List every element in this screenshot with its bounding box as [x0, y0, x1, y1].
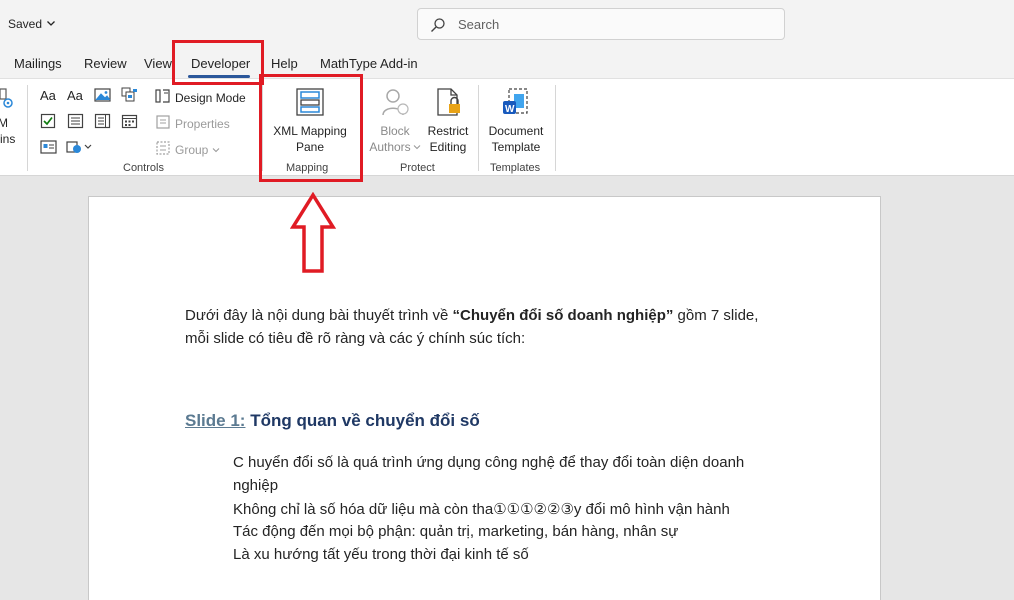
- group-label: Group: [175, 142, 209, 157]
- design-mode-button[interactable]: Design Mode: [155, 88, 246, 107]
- search-box[interactable]: Search: [417, 8, 785, 40]
- list-item: nghiệp: [233, 477, 279, 494]
- picture-content-control-icon[interactable]: [94, 87, 111, 106]
- intro-text-post: gồm 7 slide,: [673, 307, 759, 324]
- list-item: Không chỉ là số hóa dữ liệu mà còn tha①①…: [233, 501, 730, 518]
- intro-text-pre: Dưới đây là nội dung bài thuyết trình về: [185, 307, 453, 324]
- tab-help[interactable]: Help: [271, 56, 298, 71]
- word-document-template-icon: W: [501, 87, 531, 121]
- building-block-gallery-icon[interactable]: [121, 87, 138, 106]
- svg-text:Aa: Aa: [40, 88, 57, 103]
- restrict-editing-label-2: Editing: [429, 140, 467, 154]
- xml-mapping-pane-button[interactable]: XML Mapping Pane: [268, 87, 352, 155]
- document-page[interactable]: Dưới đây là nội dung bài thuyết trình về…: [88, 196, 881, 600]
- tab-mathtype-add-in[interactable]: MathType Add-in: [320, 56, 418, 71]
- restrict-editing-label-1: Restrict: [427, 124, 469, 138]
- slide-heading-text: Tổng quan về chuyển đổi số: [245, 411, 480, 430]
- document-template-label-1: Document: [488, 124, 544, 138]
- gear-icon: [0, 87, 16, 113]
- group-divider: [361, 85, 362, 171]
- templates-group-label: Templates: [490, 162, 541, 174]
- ribbon-panel: M -ins Aa Aa: [0, 78, 1014, 176]
- tab-review[interactable]: Review: [84, 56, 127, 71]
- add-ins-label-1: M: [0, 116, 8, 130]
- intro-paragraph-line-1: Dưới đây là nội dung bài thuyết trình về…: [185, 307, 758, 324]
- group-divider: [478, 85, 479, 171]
- intro-text-bold: “Chuyển đổi số doanh nghiệp”: [452, 307, 674, 324]
- chevron-down-icon: [413, 139, 421, 155]
- tab-view[interactable]: View: [144, 56, 172, 71]
- legacy-tools-icon[interactable]: [40, 139, 58, 158]
- tab-developer[interactable]: Developer: [191, 56, 250, 71]
- check-box-content-control-icon[interactable]: [40, 113, 57, 132]
- svg-text:Aa: Aa: [67, 88, 84, 103]
- properties-button[interactable]: Properties: [155, 114, 230, 133]
- drop-down-list-content-control-icon[interactable]: [94, 113, 111, 132]
- ribbon-tabs: Mailings Review View Developer Help Math…: [0, 48, 1014, 78]
- properties-label: Properties: [175, 116, 230, 131]
- block-authors-button[interactable]: Block Authors: [366, 87, 424, 155]
- intro-paragraph-line-2: mỗi slide có tiêu đề rõ ràng và các ý ch…: [185, 330, 526, 347]
- list-item: Tác động đến mọi bộ phận: quản trị, mark…: [233, 523, 679, 540]
- save-status-label: Saved: [8, 17, 43, 31]
- add-ins-label-2: -ins: [0, 132, 16, 146]
- title-bar: Saved Search: [0, 0, 1014, 48]
- restrict-editing-icon: [433, 87, 463, 121]
- xml-mapping-pane-icon: [295, 87, 325, 121]
- block-authors-icon: [379, 87, 411, 121]
- design-mode-icon: [155, 88, 171, 107]
- mapping-group-label: Mapping: [286, 162, 329, 174]
- xml-mapping-label-1: XML Mapping: [273, 124, 347, 138]
- restrict-editing-button[interactable]: Restrict Editing: [424, 87, 472, 155]
- date-picker-content-control-icon[interactable]: [121, 113, 138, 132]
- list-item: C huyển đổi số là quá trình ứng dụng côn…: [233, 454, 745, 471]
- group-divider: [555, 85, 556, 171]
- combo-box-content-control-icon[interactable]: [67, 113, 84, 132]
- properties-icon: [155, 114, 171, 133]
- svg-text:W: W: [505, 104, 515, 115]
- group-divider: [262, 85, 263, 171]
- chevron-down-icon: [46, 18, 56, 31]
- save-status[interactable]: Saved: [8, 17, 56, 31]
- group-divider: [27, 85, 28, 171]
- plain-text-content-control-icon[interactable]: Aa: [67, 87, 84, 106]
- group-button[interactable]: Group: [155, 140, 220, 159]
- xml-mapping-label-2: Pane: [295, 140, 325, 154]
- search-icon: [430, 17, 445, 32]
- com-add-ins-button[interactable]: M -ins: [0, 87, 20, 147]
- block-authors-label-2: Authors: [369, 140, 411, 154]
- slide-heading-link[interactable]: Slide 1:: [185, 411, 245, 430]
- document-template-label-2: Template: [491, 140, 541, 154]
- controls-row-3: [40, 139, 92, 158]
- rich-text-content-control-icon[interactable]: Aa: [40, 87, 57, 106]
- search-placeholder: Search: [458, 16, 500, 32]
- protect-group-label: Protect: [400, 162, 435, 174]
- controls-row-2: [40, 113, 138, 132]
- slide-heading: Slide 1: Tổng quan về chuyển đổi số: [185, 411, 480, 431]
- document-template-button[interactable]: W Document Template: [484, 87, 548, 155]
- controls-row-1: Aa Aa: [40, 87, 138, 106]
- design-mode-label: Design Mode: [175, 90, 246, 105]
- up-arrow-icon: [289, 191, 337, 274]
- list-item: Là xu hướng tất yếu trong thời đại kinh …: [233, 546, 529, 563]
- block-authors-label-1: Block: [380, 124, 410, 138]
- tab-mailings[interactable]: Mailings: [14, 56, 62, 71]
- group-icon: [155, 140, 171, 159]
- repeating-section-content-control-icon[interactable]: [66, 139, 92, 158]
- controls-group-label: Controls: [123, 162, 164, 174]
- chevron-down-icon: [212, 143, 220, 157]
